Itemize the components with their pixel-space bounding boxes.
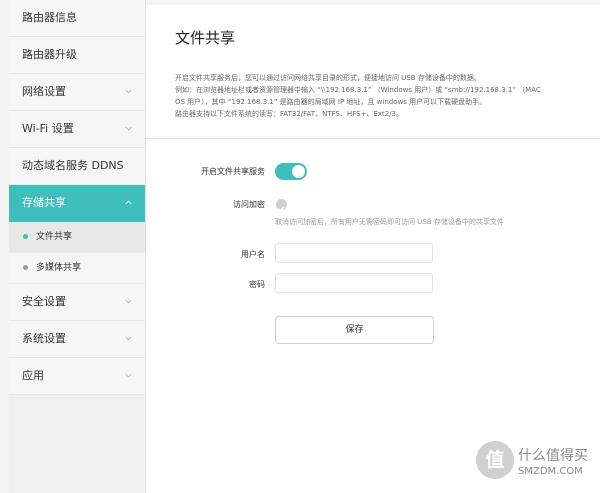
sidebar-item-label: 动态域名服务 DDNS <box>22 159 124 172</box>
sidebar-item-router-upgrade[interactable]: 路由器升级 <box>9 37 145 74</box>
sidebar-item-ddns[interactable]: 动态域名服务 DDNS <box>9 148 145 185</box>
section-divider <box>146 138 600 139</box>
sidebar-item-storage-sharing[interactable]: 存储共享 <box>9 185 145 222</box>
chevron-down-icon <box>125 373 132 378</box>
dot-icon <box>23 265 28 270</box>
encryption-hint: 取消访问加密后，所有用户无需密码即可访问 USB 存储设备中的共享文件 <box>275 218 504 226</box>
watermark-logo: 值 什么值得买 SMZDM.COM <box>476 439 594 489</box>
sidebar-item-apps[interactable]: 应用 <box>9 358 145 395</box>
chevron-down-icon <box>125 336 132 341</box>
active-dot-icon <box>23 234 28 239</box>
sidebar-item-security-settings[interactable]: 安全设置 <box>9 284 145 321</box>
password-input[interactable] <box>275 273 433 293</box>
file-sharing-toggle[interactable] <box>275 163 307 180</box>
sidebar-subitem-label: 文件共享 <box>36 232 73 242</box>
sidebar-item-system-settings[interactable]: 系统设置 <box>9 321 145 358</box>
sidebar-item-label: Wi-Fi 设置 <box>22 122 74 135</box>
watermark-icon: 值 <box>476 441 514 479</box>
page-description: 开启文件共享服务后，您可以通过访问网络共享目录的形式，便捷地访问 USB 存储设… <box>175 72 575 120</box>
chevron-down-icon <box>125 89 132 94</box>
sidebar-item-label: 网络设置 <box>22 85 66 98</box>
sidebar-subitem-media-sharing[interactable]: 多媒体共享 <box>9 253 145 284</box>
access-encryption-checkbox[interactable] <box>276 199 287 212</box>
sidebar-item-router-info[interactable]: 路由器信息 <box>9 0 145 37</box>
chevron-down-icon <box>125 299 132 304</box>
main-panel: 文件共享 开启文件共享服务后，您可以通过访问网络共享目录的形式，便捷地访问 US… <box>146 5 600 493</box>
description-line: 例如：在浏览器地址栏或者资源管理器中输入 “\\192.168.3.1” （Wi… <box>175 86 541 94</box>
sidebar-item-label: 系统设置 <box>22 332 66 345</box>
check-icon <box>278 206 285 212</box>
toggle-knob <box>292 165 305 178</box>
description-line: 开启文件共享服务后，您可以通过访问网络共享目录的形式，便捷地访问 USB 存储设… <box>175 74 481 82</box>
sidebar-item-label: 应用 <box>22 369 44 382</box>
sidebar: 路由器信息 路由器升级 网络设置 Wi-Fi 设置 动态域名服务 DDNS 存储… <box>9 0 146 493</box>
sidebar-subitem-label: 多媒体共享 <box>36 263 82 273</box>
watermark-line-1: 什么值得买 <box>518 448 588 464</box>
password-label: 密码 <box>249 280 265 289</box>
sidebar-item-label: 存储共享 <box>22 196 66 209</box>
sidebar-item-label: 路由器信息 <box>22 11 77 24</box>
username-input[interactable] <box>275 243 433 263</box>
sidebar-item-network-settings[interactable]: 网络设置 <box>9 74 145 111</box>
access-encryption-label: 访问加密 <box>233 200 265 209</box>
sidebar-item-label: 路由器升级 <box>22 48 77 61</box>
sidebar-item-wifi-settings[interactable]: Wi-Fi 设置 <box>9 111 145 148</box>
description-line: OS 用户），其中 “192.168.3.1” 是路由器的局域网 IP 地址，且… <box>175 98 487 106</box>
sidebar-item-label: 安全设置 <box>22 295 66 308</box>
watermark-line-2: SMZDM.COM <box>518 466 583 477</box>
description-line: 路由器支持以下文件系统的读写：FAT32/FAT、NTFS、HFS+、Ext2/… <box>175 110 403 118</box>
chevron-down-icon <box>125 126 132 131</box>
file-sharing-toggle-label: 开启文件共享服务 <box>201 167 265 176</box>
sidebar-subitem-file-sharing[interactable]: 文件共享 <box>9 222 145 253</box>
page-title: 文件共享 <box>175 29 236 47</box>
save-button[interactable]: 保存 <box>275 316 434 344</box>
username-label: 用户名 <box>241 250 265 259</box>
chevron-up-icon <box>125 200 132 205</box>
